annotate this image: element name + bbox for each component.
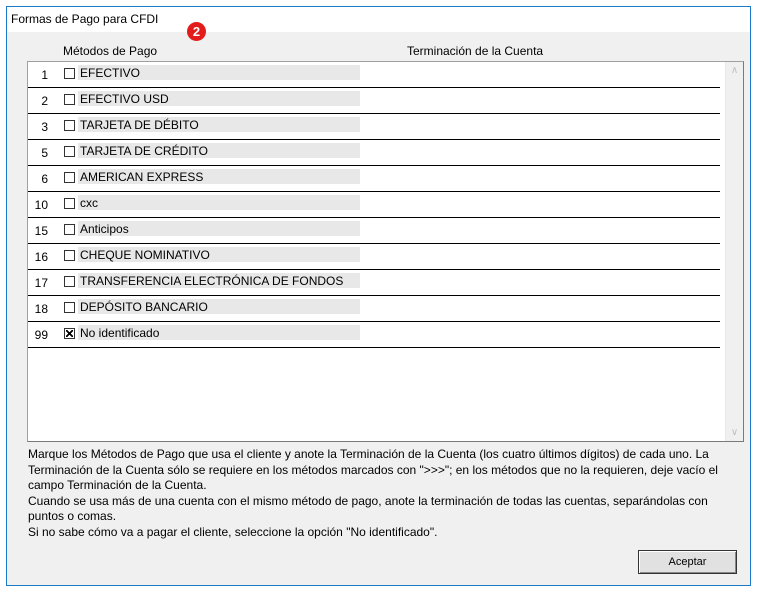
- window-title: Formas de Pago para CFDI: [11, 12, 159, 26]
- method-checkbox[interactable]: [64, 250, 75, 261]
- method-code: 2: [41, 94, 48, 108]
- method-checkbox[interactable]: [64, 198, 75, 209]
- method-label[interactable]: TRANSFERENCIA ELECTRÓNICA DE FONDOS: [78, 273, 360, 288]
- account-termination-field[interactable]: [360, 299, 715, 314]
- payment-method-row: 99 No identificado: [28, 322, 720, 348]
- method-checkbox[interactable]: [64, 68, 75, 79]
- method-checkbox[interactable]: [64, 276, 75, 287]
- scroll-up-arrow-icon[interactable]: ∧: [726, 62, 743, 79]
- method-label[interactable]: No identificado: [78, 325, 360, 340]
- method-code: 17: [34, 276, 48, 290]
- help-text: Marque los Métodos de Pago que usa el cl…: [28, 447, 740, 540]
- method-code: 16: [34, 250, 48, 264]
- method-label[interactable]: DEPÓSITO BANCARIO: [78, 299, 360, 314]
- payment-methods-rows: 1 EFECTIVO 2 EFECTIVO USD 3 TARJETA DE DÉBITO…: [28, 62, 720, 348]
- column-header-metodos: Métodos de Pago: [63, 44, 158, 58]
- payment-method-row: 17 TRANSFERENCIA ELECTRÓNICA DE FONDOS: [28, 270, 720, 296]
- method-checkbox[interactable]: [64, 328, 75, 339]
- accept-button[interactable]: Aceptar: [638, 550, 737, 574]
- help-paragraph-1: Marque los Métodos de Pago que usa el cl…: [28, 447, 718, 492]
- method-code: 99: [34, 328, 48, 342]
- method-code: 1: [41, 68, 48, 82]
- account-termination-field[interactable]: [360, 143, 715, 158]
- method-code: 3: [41, 120, 48, 134]
- method-code: 6: [41, 172, 48, 186]
- account-termination-field[interactable]: [360, 117, 715, 132]
- scroll-down-arrow-icon[interactable]: ∨: [726, 424, 743, 441]
- payment-method-row: 18 DEPÓSITO BANCARIO: [28, 296, 720, 322]
- method-label[interactable]: TARJETA DE CRÉDITO: [78, 143, 360, 158]
- method-label[interactable]: AMERICAN EXPRESS: [78, 169, 360, 184]
- account-termination-field[interactable]: [360, 247, 715, 262]
- payment-method-row: 3 TARJETA DE DÉBITO: [28, 114, 720, 140]
- payment-method-row: 6 AMERICAN EXPRESS: [28, 166, 720, 192]
- account-termination-field[interactable]: [360, 325, 715, 340]
- column-header-terminacion: Terminación de la Cuenta: [407, 44, 544, 58]
- method-checkbox[interactable]: [64, 172, 75, 183]
- account-termination-field[interactable]: [360, 65, 715, 80]
- method-label[interactable]: EFECTIVO: [78, 65, 360, 80]
- method-code: 15: [34, 224, 48, 238]
- account-termination-field[interactable]: [360, 221, 715, 236]
- account-termination-field[interactable]: [360, 195, 715, 210]
- payment-method-row: 10 cxc: [28, 192, 720, 218]
- payment-method-row: 16 CHEQUE NOMINATIVO: [28, 244, 720, 270]
- step-badge: 2: [187, 22, 206, 41]
- method-label[interactable]: TARJETA DE DÉBITO: [78, 117, 360, 132]
- payment-method-row: 2 EFECTIVO USD: [28, 88, 720, 114]
- method-label[interactable]: EFECTIVO USD: [78, 91, 360, 106]
- dialog-window: Formas de Pago para CFDI 2 Métodos de Pa…: [6, 6, 751, 586]
- help-paragraph-3: Si no sabe cómo va a pagar el cliente, s…: [28, 524, 438, 539]
- method-checkbox[interactable]: [64, 146, 75, 157]
- account-termination-field[interactable]: [360, 91, 715, 106]
- method-code: 10: [34, 198, 48, 212]
- account-termination-field[interactable]: [360, 273, 715, 288]
- method-code: 5: [41, 146, 48, 160]
- payment-method-row: 15 Anticipos: [28, 218, 720, 244]
- vertical-scrollbar[interactable]: ∧ ∨: [725, 62, 743, 441]
- method-label[interactable]: CHEQUE NOMINATIVO: [78, 247, 360, 262]
- method-checkbox[interactable]: [64, 94, 75, 105]
- method-checkbox[interactable]: [64, 224, 75, 235]
- help-paragraph-2: Cuando se usa más de una cuenta con el m…: [28, 493, 708, 524]
- method-checkbox[interactable]: [64, 120, 75, 131]
- payment-methods-list[interactable]: 1 EFECTIVO 2 EFECTIVO USD 3 TARJETA DE DÉBITO…: [27, 61, 744, 442]
- method-label[interactable]: cxc: [78, 195, 360, 210]
- method-checkbox[interactable]: [64, 302, 75, 313]
- account-termination-field[interactable]: [360, 169, 715, 184]
- payment-method-row: 1 EFECTIVO: [28, 62, 720, 88]
- title-bar: Formas de Pago para CFDI: [7, 7, 750, 32]
- method-code: 18: [34, 302, 48, 316]
- method-label[interactable]: Anticipos: [78, 221, 360, 236]
- payment-method-row: 5 TARJETA DE CRÉDITO: [28, 140, 720, 166]
